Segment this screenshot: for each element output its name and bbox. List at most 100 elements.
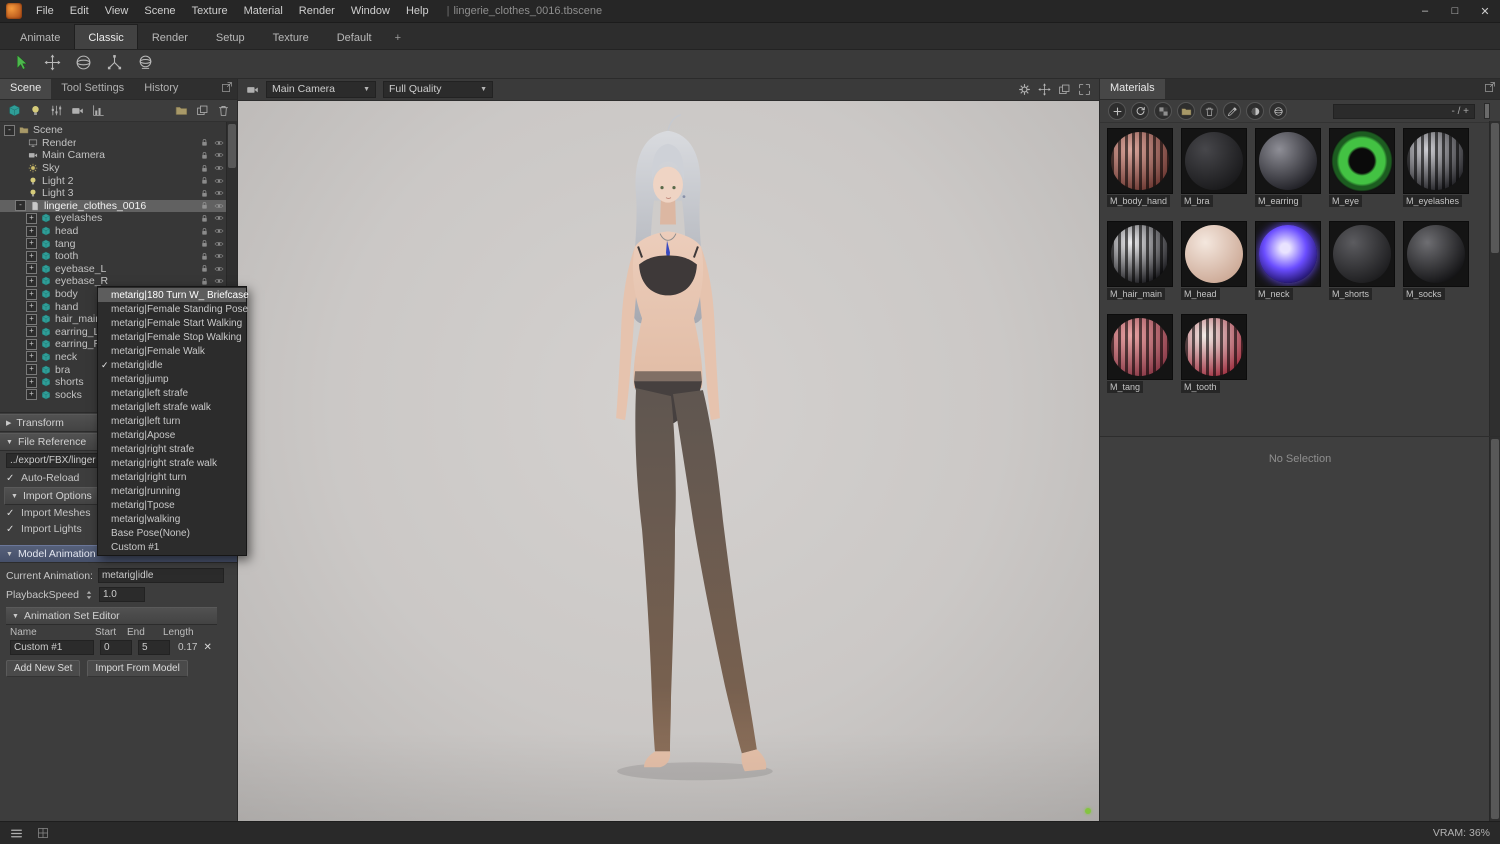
- trash-icon[interactable]: [1200, 102, 1218, 120]
- tab-materials[interactable]: Materials: [1100, 78, 1165, 99]
- visibility-icon[interactable]: [214, 188, 224, 198]
- menu-icon[interactable]: [10, 827, 23, 840]
- material-item-m_shorts[interactable]: M_shorts: [1329, 221, 1395, 305]
- animation-option[interactable]: ✓ metarig|idle: [98, 358, 246, 372]
- menu-help[interactable]: Help: [398, 2, 437, 20]
- material-item-m_head[interactable]: M_head: [1181, 221, 1247, 305]
- lock-icon[interactable]: [200, 188, 209, 198]
- animation-option[interactable]: metarig|Female Stop Walking: [98, 330, 246, 344]
- visibility-icon[interactable]: [214, 226, 224, 236]
- checker-icon[interactable]: [1154, 102, 1172, 120]
- visibility-icon[interactable]: [214, 150, 224, 160]
- stepper-icon[interactable]: [84, 590, 94, 600]
- tree-expander[interactable]: +: [26, 288, 37, 300]
- cube-icon[interactable]: [7, 104, 21, 118]
- lock-icon[interactable]: [200, 138, 209, 148]
- animation-option[interactable]: metarig|Female Standing Pose: [98, 302, 248, 316]
- material-item-m_socks[interactable]: M_socks: [1403, 221, 1469, 305]
- animation-option[interactable]: metarig|Female Walk: [98, 344, 246, 358]
- visibility-icon[interactable]: [214, 201, 224, 211]
- animation-option[interactable]: metarig|left strafe: [98, 386, 246, 400]
- material-item-m_tang[interactable]: M_tang: [1107, 314, 1173, 398]
- material-item-m_eye[interactable]: M_eye: [1329, 128, 1395, 212]
- visibility-icon[interactable]: [214, 176, 224, 186]
- tree-item-light-2[interactable]: Light 2: [0, 174, 237, 187]
- animation-option[interactable]: metarig|180 Turn W_ Briefcase: [98, 288, 249, 302]
- tree-expander[interactable]: +: [26, 263, 37, 275]
- lock-icon[interactable]: [200, 201, 209, 211]
- thumbnail-size-slider[interactable]: [1484, 103, 1490, 119]
- popout-icon[interactable]: [221, 81, 233, 93]
- playback-speed-input[interactable]: [98, 587, 145, 602]
- current-animation-select[interactable]: [97, 568, 224, 583]
- scale-tool-icon[interactable]: [103, 52, 125, 74]
- tree-item-render[interactable]: Render: [0, 137, 237, 150]
- tree-expander[interactable]: +: [26, 389, 37, 401]
- tree-item-main-camera[interactable]: Main Camera: [0, 149, 237, 162]
- tree-expander[interactable]: +: [26, 275, 37, 287]
- bulb-icon[interactable]: [28, 104, 42, 118]
- workspace-tab-setup[interactable]: Setup: [202, 24, 259, 49]
- tree-expander[interactable]: +: [26, 301, 37, 313]
- tree-expander[interactable]: +: [26, 326, 37, 338]
- duplicate-icon[interactable]: [1058, 83, 1071, 96]
- menu-texture[interactable]: Texture: [184, 2, 236, 20]
- gear-icon[interactable]: [1018, 83, 1031, 96]
- animation-option[interactable]: metarig|Female Start Walking: [98, 316, 246, 330]
- tab-tool-settings[interactable]: Tool Settings: [51, 78, 134, 99]
- workspace-tab-animate[interactable]: Animate: [6, 24, 74, 49]
- workspace-tab-default[interactable]: Default: [323, 24, 386, 49]
- tree-item-sky[interactable]: Sky: [0, 162, 237, 175]
- maximize-button[interactable]: □: [1440, 0, 1470, 22]
- chart-icon[interactable]: [91, 104, 105, 118]
- animation-option[interactable]: metarig|jump: [98, 372, 246, 386]
- tree-item-light-3[interactable]: Light 3: [0, 187, 237, 200]
- menu-file[interactable]: File: [28, 2, 62, 20]
- tree-item-eyelashes[interactable]: + eyelashes: [0, 212, 237, 225]
- lock-icon[interactable]: [200, 213, 209, 223]
- visibility-icon[interactable]: [214, 163, 224, 173]
- tree-expander[interactable]: -: [4, 124, 15, 136]
- animation-set-editor-header[interactable]: ▼ Animation Set Editor: [6, 607, 217, 625]
- camera-select[interactable]: Main Camera ▼: [266, 80, 376, 98]
- animation-set-row[interactable]: 0.17 ✕: [0, 639, 237, 657]
- material-item-m_neck[interactable]: M_neck: [1255, 221, 1321, 305]
- sphere-tool-tool-icon[interactable]: [134, 52, 156, 74]
- visibility-icon[interactable]: [214, 251, 224, 261]
- material-item-m_hair_main[interactable]: M_hair_main: [1107, 221, 1173, 305]
- expand-icon[interactable]: [1078, 83, 1091, 96]
- minimize-button[interactable]: –: [1410, 0, 1440, 22]
- detail-scrollbar[interactable]: [1489, 437, 1500, 822]
- visibility-icon[interactable]: [214, 213, 224, 223]
- set-end-input[interactable]: [138, 640, 170, 655]
- material-item-m_body_hand[interactable]: M_body_hand: [1107, 128, 1173, 212]
- tree-item-lingerie-clothes-0016[interactable]: - lingerie_clothes_0016: [0, 199, 237, 213]
- move-tool-icon[interactable]: [41, 52, 63, 74]
- eyedropper-icon[interactable]: [1223, 102, 1241, 120]
- rotate-tool-icon[interactable]: [72, 52, 94, 74]
- viewport-canvas[interactable]: [238, 100, 1099, 822]
- tree-expander[interactable]: +: [26, 364, 37, 376]
- animation-option[interactable]: metarig|running: [98, 484, 246, 498]
- visibility-icon[interactable]: [214, 276, 224, 286]
- sliders-icon[interactable]: [49, 104, 63, 118]
- tree-expander[interactable]: -: [15, 200, 26, 212]
- material-item-m_eyelashes[interactable]: M_eyelashes: [1403, 128, 1469, 212]
- tree-item-scene[interactable]: - Scene: [0, 124, 237, 137]
- lock-icon[interactable]: [200, 264, 209, 274]
- close-button[interactable]: ✕: [1470, 0, 1500, 22]
- menu-window[interactable]: Window: [343, 2, 398, 20]
- folder-icon[interactable]: [1177, 102, 1195, 120]
- tree-expander[interactable]: +: [26, 313, 37, 325]
- add-new-set-button[interactable]: Add New Set: [6, 660, 81, 677]
- material-item-m_bra[interactable]: M_bra: [1181, 128, 1247, 212]
- refresh-icon[interactable]: [1131, 102, 1149, 120]
- workspace-tab-texture[interactable]: Texture: [259, 24, 323, 49]
- tree-expander[interactable]: +: [26, 225, 37, 237]
- set-start-input[interactable]: [100, 640, 132, 655]
- tree-item-tang[interactable]: + tang: [0, 237, 237, 250]
- quality-select[interactable]: Full Quality ▼: [383, 80, 493, 98]
- workspace-tab-classic[interactable]: Classic: [74, 24, 138, 49]
- lock-icon[interactable]: [200, 150, 209, 160]
- visibility-icon[interactable]: [214, 239, 224, 249]
